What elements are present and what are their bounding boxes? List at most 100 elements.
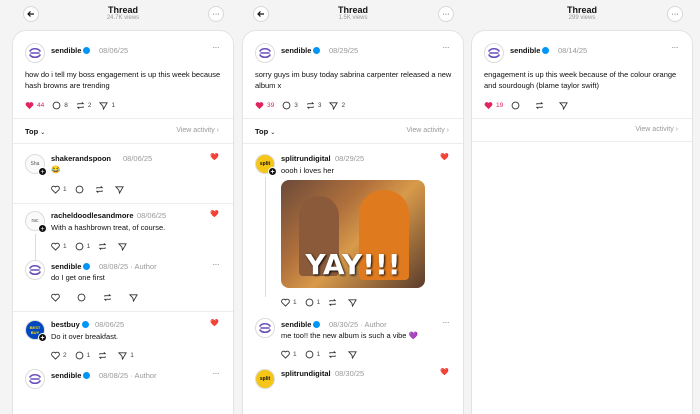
reply-text: Do it over breakfast. [51,332,119,341]
post-more-icon[interactable]: ··· [672,43,679,52]
share-button[interactable] [348,298,360,307]
reply-username[interactable]: bestbuy [51,320,89,329]
reply-username[interactable]: racheldoodlesandmore [51,211,134,220]
avatar[interactable]: rac + [25,211,47,233]
avatar[interactable] [25,369,45,389]
repost-button[interactable] [103,293,115,302]
reply-username[interactable]: shakerandspoon [51,154,111,163]
like-button[interactable]: 1 [281,350,297,359]
sort-dropdown[interactable]: Top ⌄ [25,127,45,136]
sendible-logo-icon [259,322,271,334]
more-icon: ··· [442,10,450,18]
more-icon: ··· [212,10,220,18]
avatar[interactable]: split [255,369,275,389]
repost-button[interactable] [95,185,107,194]
sort-dropdown[interactable]: Top ⌄ [255,127,275,136]
share-button[interactable]: 2 [329,101,345,110]
follow-plus-icon[interactable]: + [38,224,47,233]
thread-title: Thread [566,5,597,15]
avatar[interactable] [484,43,504,63]
reply-more-icon[interactable]: ··· [443,318,450,327]
view-activity-link[interactable]: View activity › [176,127,219,134]
share-button[interactable] [348,350,360,359]
share-button[interactable]: 1 [118,351,134,360]
repost-button[interactable] [535,101,547,110]
share-icon [559,101,569,110]
post-more-icon[interactable]: ··· [443,43,450,52]
like-button[interactable]: 2 [51,351,67,360]
avatar[interactable] [255,318,275,338]
reply-button[interactable] [511,101,523,110]
more-options-button[interactable]: ··· [667,6,683,22]
follow-plus-icon[interactable]: + [268,167,277,176]
repost-button[interactable]: 2 [76,101,91,110]
share-button[interactable] [129,293,141,302]
reply-button[interactable] [77,293,89,302]
reply-date-author: 08/08/25 · Author [99,262,157,271]
follow-plus-icon[interactable]: + [38,333,47,342]
post-date: 08/29/25 [329,46,359,55]
reply-username[interactable]: splitrundigital [281,369,331,378]
reply-text: oooh i loves her [281,166,334,175]
chevron-right-icon: › [446,127,449,134]
reply-date: 08/06/25 [137,211,167,220]
like-button[interactable]: 1 [51,242,67,251]
more-options-button[interactable]: ··· [438,6,454,22]
reply-date-author: 08/30/25 · Author [329,320,387,329]
share-button[interactable] [559,101,571,110]
reply-more-icon[interactable]: ··· [213,260,220,269]
repost-button[interactable] [328,298,340,307]
like-button[interactable]: 44 [25,101,44,110]
thread-column-3: Thread 299 views ··· sendible 08/14/25 ·… [471,0,693,414]
chevron-down-icon: ⌄ [270,130,276,136]
comment-icon [75,242,83,250]
share-button[interactable]: 1 [99,101,115,110]
reply-actions: 1 1 [51,241,138,251]
avatar[interactable] [25,43,45,63]
like-button[interactable]: 1 [281,298,297,307]
reply-button[interactable] [75,185,87,194]
comment-icon [75,185,83,193]
repost-button[interactable] [328,350,340,359]
comment-icon [77,293,86,301]
like-button[interactable]: 1 [51,185,67,194]
share-button[interactable] [114,185,127,194]
post-username[interactable]: sendible [510,46,550,55]
view-activity-link[interactable]: View activity › [635,126,678,133]
reply-username[interactable]: splitrundigital [281,154,331,163]
like-button[interactable]: 39 [255,101,274,110]
repost-button[interactable] [98,242,110,251]
like-button[interactable]: 19 [484,101,503,110]
reply-button[interactable]: 1 [75,351,90,360]
reply-text: With a hashbrown treat, of course. [51,223,166,232]
reply-gif-image[interactable]: YAY!!! [281,180,425,288]
reply-button[interactable]: 1 [305,350,320,359]
reply-actions: 1 [51,184,135,194]
avatar[interactable] [255,43,275,63]
avatar[interactable]: Sha + [25,154,47,176]
reply-username[interactable]: sendible [281,320,321,329]
repost-button[interactable] [98,351,110,360]
reply-username[interactable]: sendible [51,262,91,271]
avatar[interactable]: split + [255,154,277,176]
reply-more-icon[interactable]: ··· [213,369,220,378]
reply-button[interactable]: 1 [75,242,90,251]
reply-button[interactable]: 8 [52,101,68,110]
reply-username[interactable]: sendible [51,371,91,380]
avatar[interactable]: BEST BUY + [25,320,47,342]
share-button[interactable] [118,242,130,251]
post-more-icon[interactable]: ··· [213,43,220,52]
post-username[interactable]: sendible [51,46,91,55]
repost-button[interactable]: 3 [306,101,321,110]
avatar[interactable] [25,260,45,280]
reply-button[interactable]: 1 [305,298,320,307]
post-username[interactable]: sendible [281,46,321,55]
thread-views: 24.7K views [106,15,140,21]
thread-header: Thread 24.7K views ··· [12,0,234,28]
follow-plus-icon[interactable]: + [38,167,47,176]
comment-icon [305,350,313,358]
like-button[interactable] [51,293,63,302]
reply-button[interactable]: 3 [282,101,298,110]
view-activity-link[interactable]: View activity › [406,127,449,134]
more-options-button[interactable]: ··· [208,6,224,22]
